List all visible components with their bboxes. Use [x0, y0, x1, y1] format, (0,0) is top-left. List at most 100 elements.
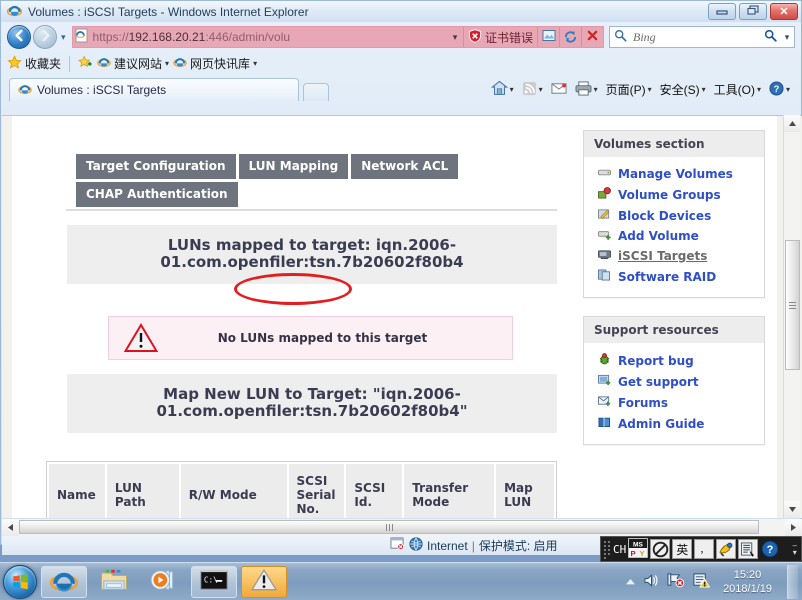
mail-button[interactable]: [548, 82, 570, 98]
show-desktop-button[interactable]: [787, 564, 798, 599]
taskbar-clock[interactable]: 15:20 2018/1/19: [717, 568, 778, 596]
print-button[interactable]: ▾: [572, 80, 601, 99]
ime-menu-icon[interactable]: [738, 539, 759, 559]
map-lun-table: Name LUN Path R/W Mode SCSI Serial No. S…: [46, 461, 557, 518]
ime-language-bar[interactable]: CH MS P Y 英 ， ? – ▾: [600, 536, 802, 562]
recent-pages-caret[interactable]: ▾: [61, 32, 66, 43]
chevron-down-icon[interactable]: ▾: [165, 59, 169, 68]
search-box[interactable]: Bing ▾: [609, 26, 795, 48]
address-bar[interactable]: https://192.168.20.21:446/admin/volu ▾ 证…: [71, 26, 604, 48]
stop-button[interactable]: [581, 27, 603, 47]
sidebar-item-forums[interactable]: Forums: [592, 392, 756, 413]
status-bar-zone-area[interactable]: Internet | 保护模式: 启用: [390, 537, 558, 554]
vertical-scrollbar-track[interactable]: [784, 132, 800, 501]
taskbar-warning-app[interactable]: [241, 565, 287, 598]
sidebar-box-support-resources: Support resources Report bug Get support…: [583, 316, 765, 445]
page-main-column: Target Configuration LUN Mapping Network…: [12, 116, 577, 518]
horizontal-scrollbar[interactable]: [2, 519, 802, 536]
sidebar-item-manage-volumes[interactable]: Manage Volumes: [592, 164, 756, 184]
horizontal-scrollbar-track[interactable]: [19, 519, 785, 536]
taskbar-ie[interactable]: [41, 565, 87, 598]
search-provider-caret[interactable]: ▾: [780, 32, 794, 43]
certificate-error-indicator[interactable]: 证书错误: [462, 27, 537, 47]
restore-button[interactable]: [739, 3, 767, 20]
safety-menu[interactable]: 安全(S) ▾: [657, 81, 709, 98]
browser-tab-0[interactable]: Volumes : iSCSI Targets: [9, 78, 299, 101]
ime-drag-handle[interactable]: [603, 540, 611, 559]
sidebar-item-block-devices[interactable]: Block Devices: [592, 205, 756, 226]
mspy-logo-icon[interactable]: MS P Y: [627, 537, 649, 561]
scroll-left-button[interactable]: [2, 519, 19, 536]
chevron-down-icon[interactable]: ▾: [510, 85, 514, 94]
vertical-scrollbar[interactable]: [783, 115, 800, 518]
minimize-button[interactable]: [708, 3, 736, 20]
ie-logo-icon: [49, 567, 79, 596]
address-dropdown-caret[interactable]: ▾: [447, 32, 463, 43]
favorites-bar-item-0[interactable]: 建议网站 ▾: [97, 55, 169, 72]
map-new-lun-banner-line2: 01.com.openfiler:tsn.7b20602f80b4": [156, 402, 468, 420]
softkeyboard-icon[interactable]: [716, 539, 737, 559]
volume-group-icon: [598, 187, 611, 202]
new-tab-button[interactable]: [303, 83, 329, 101]
search-input[interactable]: Bing: [630, 30, 760, 45]
sidebar-item-add-volume[interactable]: Add Volume: [592, 226, 756, 246]
sidebar-item-admin-guide[interactable]: Admin Guide: [592, 413, 756, 434]
favorites-bar-item-1[interactable]: 网页快讯库 ▾: [173, 55, 257, 72]
tools-menu[interactable]: 工具(O) ▾: [711, 81, 764, 98]
scroll-up-button[interactable]: [784, 115, 800, 132]
back-button[interactable]: [7, 25, 31, 49]
scroll-down-button[interactable]: [784, 501, 800, 518]
ime-collapse-caret[interactable]: ▾: [793, 549, 797, 557]
chevron-down-icon[interactable]: ▾: [702, 85, 706, 94]
punctuation-icon[interactable]: ，: [694, 539, 715, 559]
tray-expand-caret[interactable]: [625, 575, 636, 589]
speaker-icon[interactable]: [643, 573, 660, 591]
close-button[interactable]: ✕: [770, 3, 798, 20]
home-button[interactable]: ▾: [488, 80, 517, 99]
compatibility-view-button[interactable]: [537, 27, 559, 47]
feeds-button[interactable]: ▾: [519, 81, 546, 99]
sidebar-item-report-bug[interactable]: Report bug: [592, 350, 756, 371]
vertical-scrollbar-thumb[interactable]: [785, 240, 800, 370]
chevron-down-icon[interactable]: ▾: [786, 85, 790, 94]
help-menu[interactable]: ? ▾: [766, 80, 793, 99]
sidebar-item-volume-groups[interactable]: Volume Groups: [592, 184, 756, 205]
ime-language-code[interactable]: CH: [613, 543, 626, 556]
chevron-down-icon[interactable]: ▾: [648, 85, 652, 94]
ime-window-controls[interactable]: – ▾: [793, 542, 799, 557]
english-mode-icon[interactable]: 英: [672, 539, 693, 559]
add-to-favorites-bar-button[interactable]: [78, 55, 93, 73]
chevron-down-icon[interactable]: ▾: [253, 59, 257, 68]
taskbar-command-prompt[interactable]: C:\: [191, 565, 237, 598]
tab-network-acl[interactable]: Network ACL: [351, 154, 459, 179]
ime-help-icon[interactable]: ?: [760, 539, 780, 559]
chevron-down-icon[interactable]: ▾: [539, 85, 543, 94]
address-url[interactable]: https://192.168.20.21:446/admin/volu: [91, 30, 447, 44]
chevron-down-icon[interactable]: ▾: [757, 85, 761, 94]
disabled-icon[interactable]: [650, 539, 671, 559]
sidebar-item-get-support[interactable]: Get support: [592, 371, 756, 392]
horizontal-scrollbar-thumb[interactable]: [19, 520, 759, 534]
refresh-icon: [563, 29, 578, 46]
search-magnifier-button[interactable]: [760, 29, 780, 45]
refresh-button[interactable]: [559, 27, 581, 47]
favorites-center-button[interactable]: 收藏夹: [7, 54, 61, 73]
forward-button[interactable]: [33, 25, 57, 49]
sidebar-item-software-raid[interactable]: Software RAID: [592, 266, 756, 287]
ie-page-icon: [18, 82, 32, 99]
tab-chap-authentication[interactable]: CHAP Authentication: [76, 182, 238, 207]
scroll-right-button[interactable]: [785, 519, 802, 536]
taskbar-media-player[interactable]: [141, 566, 187, 598]
chevron-down-icon[interactable]: ▾: [594, 85, 598, 94]
taskbar-explorer[interactable]: [91, 566, 137, 598]
action-center-warning-icon[interactable]: [692, 572, 711, 591]
tab-target-configuration[interactable]: Target Configuration: [76, 154, 236, 179]
page-menu[interactable]: 页面(P) ▾: [603, 81, 655, 98]
column-header-rw-mode: R/W Mode: [180, 464, 289, 518]
tab-lun-mapping[interactable]: LUN Mapping: [238, 154, 349, 179]
window-titlebar[interactable]: Volumes : iSCSI Targets - Windows Intern…: [1, 1, 801, 22]
network-error-icon[interactable]: [667, 572, 685, 591]
windows-start-orb[interactable]: [3, 564, 37, 599]
page-error-icon[interactable]: [390, 537, 405, 554]
sidebar-item-iscsi-targets[interactable]: iSCSI Targets: [592, 246, 756, 266]
